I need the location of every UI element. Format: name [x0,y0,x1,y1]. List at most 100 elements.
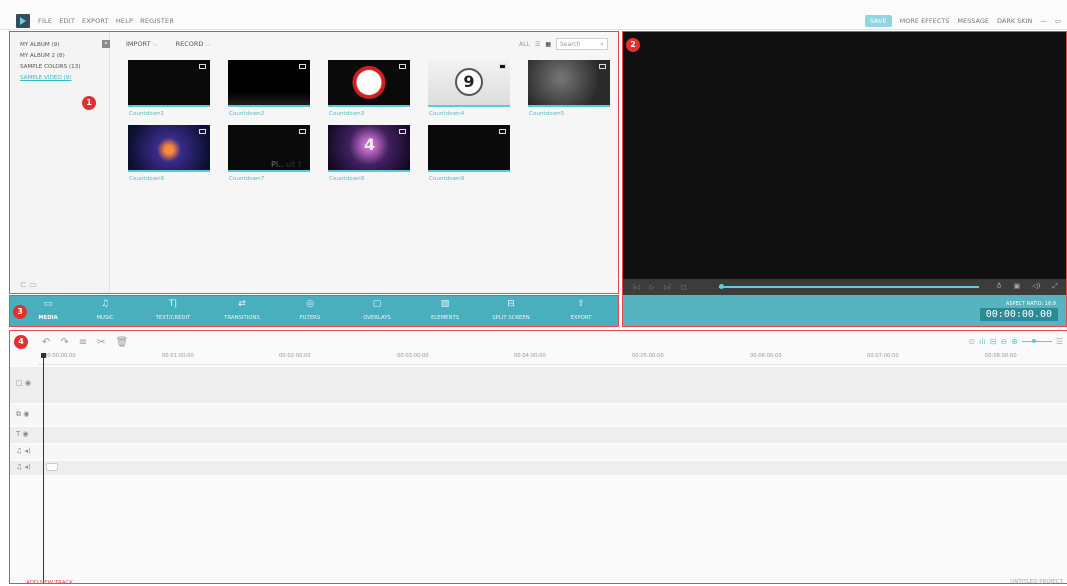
play-icon[interactable]: ▷ [650,284,655,291]
tab-export[interactable]: ⇪ EXPORT [548,299,614,321]
time-tick: 00:01:00:00 [162,353,194,359]
main-menu: FILE EDIT EXPORT HELP REGISTER [38,17,174,25]
chevron-down-icon: ⌵ [205,40,211,48]
maximize-icon[interactable]: ▭ [1055,17,1061,25]
adjust-icon[interactable]: ≡ [79,337,87,348]
tab-transitions[interactable]: ⇄ TRANSITIONS [209,299,275,321]
track-manager-icon[interactable]: ☰ [1056,337,1063,346]
tab-label: EXPORT [570,315,592,321]
preview-info-bar: ASPECT RATIO: 16:9 00:00:00.00 [623,295,1066,326]
next-frame-icon[interactable]: ▷| [664,284,671,291]
volume-icon[interactable]: ◁) [1032,282,1040,291]
time-tick: 00:00:00:00 [44,353,76,359]
tab-text-credit[interactable]: T| TEXT/CREDIT [140,299,206,321]
render-icon[interactable]: ⊙ [968,337,975,346]
thumbnail-label: Countdown4 [429,111,465,117]
album-list: MY ALBUM (9) MY ALBUM 2 (8) SAMPLE COLOR… [10,32,110,293]
top-right-actions: SAVE MORE EFFECTS MESSAGE DARK SKIN — ▭ [864,15,1061,27]
video-clip-icon [299,129,306,134]
playback-scrubber[interactable] [719,284,979,289]
video-clip-icon [399,64,406,69]
import-dropdown[interactable]: IMPORT ⌵ [126,40,158,49]
album-item[interactable]: SAMPLE COLORS (13) [20,64,80,70]
album-item-selected[interactable]: SAMPLE VIDEO (9) [20,75,72,81]
list-view-icon[interactable]: ☰ [535,41,540,48]
menu-export[interactable]: EXPORT [82,17,109,25]
search-placeholder: Search [560,41,581,48]
album-item[interactable]: MY ALBUM (9) [20,42,59,48]
timeline-panel: 4 ↶ ↷ ≡ ✂ 🗑 ⊙ ılı ⊟ ⊖ ⊕ ☰ 00:00:00:00 00… [9,330,1067,586]
text-track[interactable] [10,427,1067,443]
text-icon: T| [168,299,178,309]
video-clip-icon [599,64,606,69]
more-effects-button[interactable]: MORE EFFECTS [900,17,950,25]
search-input[interactable]: Search ⌕ [556,38,608,50]
media-thumbnail[interactable] [128,125,210,172]
audio-mixer-icon[interactable]: ılı [979,337,986,346]
save-button[interactable]: SAVE [864,15,892,27]
timecode-display: 00:00:00.00 [979,308,1058,321]
playhead[interactable] [41,353,46,583]
tab-music[interactable]: ♫ MUSIC [72,299,138,321]
zoom-slider[interactable] [1021,339,1052,343]
media-thumbnail[interactable]: 4 [328,125,410,172]
grid-view-icon[interactable]: ▦ [545,41,551,48]
media-thumbnail[interactable] [228,60,310,107]
media-thumbnail[interactable] [428,125,510,172]
tab-label: TEXT/CREDIT [155,315,191,321]
fullscreen-icon[interactable]: ⤢ [1052,282,1058,291]
album-item[interactable]: MY ALBUM 2 (8) [20,53,65,59]
menu-help[interactable]: HELP [116,17,133,25]
menu-edit[interactable]: EDIT [59,17,75,25]
video-clip-icon [199,129,206,134]
video-track[interactable] [10,367,1067,403]
menu-file[interactable]: FILE [38,17,52,25]
tab-overlays[interactable]: ▢ OVERLAYS [344,299,410,321]
time-tick: 00:02:00:00 [279,353,311,359]
minimize-icon[interactable]: — [1040,17,1047,25]
time-tick: 00:06:00:00 [750,353,782,359]
tab-split-screen[interactable]: ⊟ SPLIT SCREEN [478,299,544,321]
music-track[interactable] [10,445,1067,459]
collapse-sidebar-icon[interactable]: « [102,40,110,48]
media-thumbnail[interactable] [528,60,610,107]
tab-filters[interactable]: ◎ FILTERS [277,299,343,321]
view-controls: ALL ☰ ▦ Search ⌕ [519,38,608,50]
message-button[interactable]: MESSAGE [957,17,989,25]
dark-skin-button[interactable]: DARK SKIN [997,17,1032,25]
add-folder-icon[interactable]: ⊏ ▭ [20,280,37,289]
countdown-number: 9 [455,68,483,96]
media-library-panel: MY ALBUM (9) MY ALBUM 2 (8) SAMPLE COLOR… [9,31,619,294]
text-track-icon: T ◉ [16,430,29,438]
audio-clip[interactable] [46,463,58,471]
tab-label: TRANSITIONS [224,315,260,321]
audio-track[interactable] [10,461,1067,475]
media-thumbnail[interactable]: 5 [328,60,410,107]
time-ruler[interactable]: 00:00:00:00 00:01:00:00 00:02:00:00 00:0… [38,351,1067,365]
stop-icon[interactable]: □ [681,284,687,291]
menu-register[interactable]: REGISTER [140,17,174,25]
callout-badge: 4 [14,335,28,349]
tab-elements[interactable]: ▨ ELEMENTS [412,299,478,321]
fit-icon[interactable]: ⊟ [990,337,997,346]
microphone-icon[interactable]: ♁ [997,282,1002,291]
media-thumbnail[interactable]: 9 [428,60,510,107]
filter-all[interactable]: ALL [519,41,530,48]
tab-label: MUSIC [96,315,114,321]
menu-bar: FILE EDIT EXPORT HELP REGISTER SAVE MORE… [0,0,1067,30]
app-logo-icon [16,14,30,28]
delete-icon[interactable]: 🗑 [116,337,129,348]
media-thumbnail[interactable] [128,60,210,107]
snapshot-icon[interactable]: ▣ [1014,282,1021,291]
cut-icon[interactable]: ✂ [97,337,105,348]
thumbnail-label: Countdown6 [129,176,165,182]
zoom-out-icon[interactable]: ⊖ [1000,337,1007,346]
add-track-button[interactable]: ADD NEW TRACK [26,580,73,586]
export-icon: ⇪ [577,299,585,309]
undo-icon[interactable]: ↶ [42,337,50,348]
previous-frame-icon[interactable]: |◁ [633,284,640,291]
zoom-in-icon[interactable]: ⊕ [1011,337,1018,346]
redo-icon[interactable]: ↷ [60,337,68,348]
record-dropdown[interactable]: RECORD ⌵ [176,40,211,49]
pip-track[interactable] [10,405,1067,425]
